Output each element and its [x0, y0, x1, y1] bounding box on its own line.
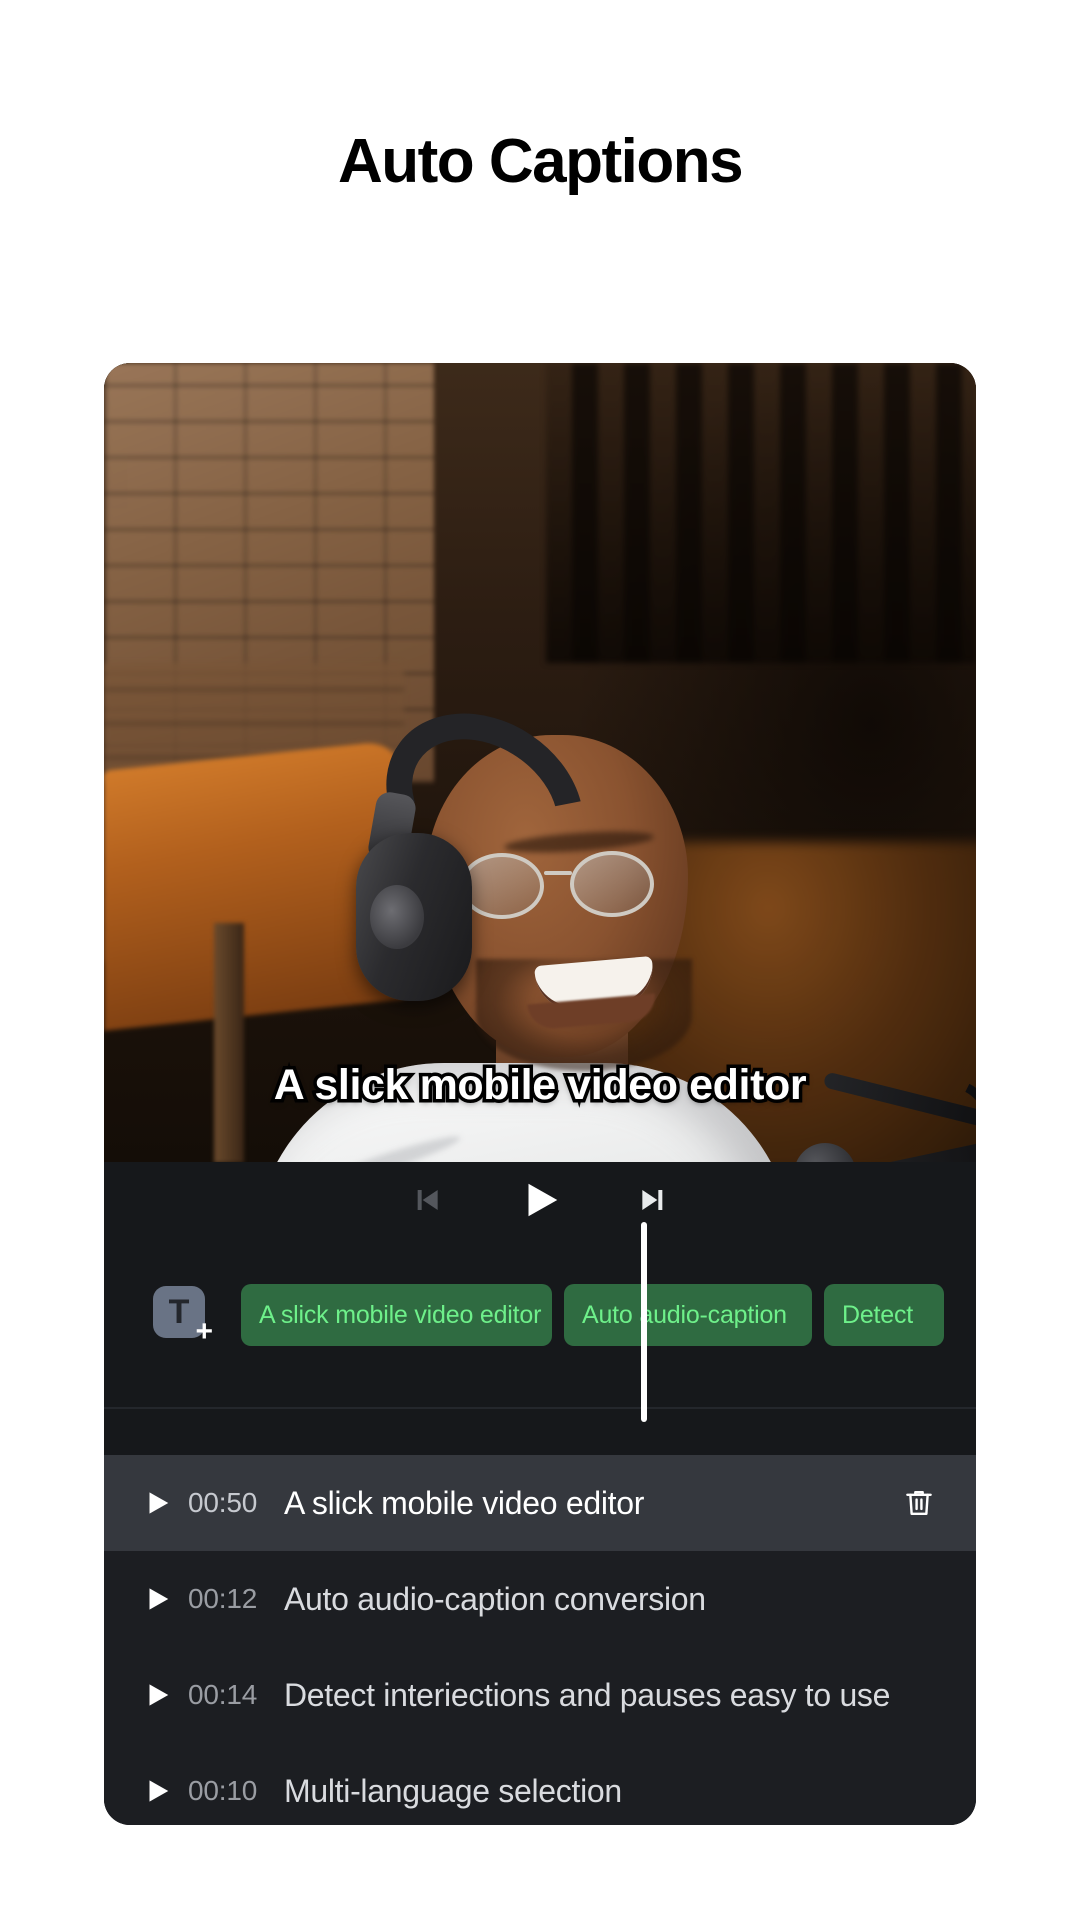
bench-leg-decor	[214, 923, 244, 1162]
trash-icon[interactable]	[896, 1486, 942, 1520]
app-screen: Auto Captions A slick mobile video edito…	[0, 0, 1080, 1920]
timeline-clip-label: Detect	[842, 1300, 914, 1329]
timeline-clip[interactable]: Auto audio-caption	[564, 1284, 812, 1346]
play-icon[interactable]	[514, 1174, 566, 1226]
caption-text: Detect interiections and pauses easy to …	[284, 1676, 891, 1713]
caption-list: 00:50 A slick mobile video editor 00:12 …	[104, 1455, 976, 1825]
caption-list-item[interactable]: 00:12 Auto audio-caption conversion	[104, 1551, 976, 1647]
caption-timestamp: 00:50	[188, 1487, 258, 1518]
caption-timestamp: 00:12	[188, 1583, 258, 1614]
add-text-button[interactable]: T +	[153, 1286, 213, 1348]
video-editor-card: A slick mobile video editor T + A slick …	[104, 363, 976, 1825]
caption-list-item[interactable]: 00:10 Multi-language selection	[104, 1743, 976, 1825]
timeline-clip[interactable]: Detect	[824, 1284, 944, 1346]
timeline-clip[interactable]: A slick mobile video editor 5s	[241, 1284, 552, 1346]
timeline-playhead[interactable]	[641, 1222, 647, 1422]
timeline-divider	[104, 1407, 976, 1455]
caption-text: Auto audio-caption conversion	[284, 1580, 706, 1617]
caption-list-item[interactable]: 00:50 A slick mobile video editor	[104, 1455, 976, 1551]
skip-previous-icon[interactable]	[400, 1174, 452, 1226]
play-icon[interactable]	[142, 1584, 188, 1614]
timeline-track[interactable]: T + A slick mobile video editor 5s Auto …	[104, 1222, 976, 1422]
play-icon[interactable]	[142, 1680, 188, 1710]
video-preview[interactable]: A slick mobile video editor	[104, 363, 976, 1162]
skip-next-icon[interactable]	[628, 1174, 680, 1226]
burned-in-caption: A slick mobile video editor	[270, 1058, 810, 1113]
play-icon[interactable]	[142, 1488, 188, 1518]
caption-text: A slick mobile video editor	[284, 1484, 645, 1521]
eyeglass-lens-right	[570, 851, 654, 917]
caption-text: Multi-language selection	[284, 1772, 622, 1809]
timeline-clip-label: A slick mobile video editor	[259, 1300, 542, 1329]
caption-timestamp: 00:14	[188, 1679, 258, 1710]
caption-list-item[interactable]: 00:14 Detect interiections and pauses ea…	[104, 1647, 976, 1743]
shelf-decor	[546, 363, 976, 663]
play-icon[interactable]	[142, 1776, 188, 1806]
plus-icon: +	[195, 1315, 213, 1348]
transport-controls	[104, 1162, 976, 1260]
page-title: Auto Captions	[337, 127, 744, 196]
headphone-earcup	[356, 833, 472, 1001]
timeline-clip-label: Auto audio-caption	[582, 1300, 787, 1329]
caption-timeline[interactable]: T + A slick mobile video editor 5s Auto …	[104, 1222, 976, 1422]
caption-timestamp: 00:10	[188, 1775, 258, 1806]
